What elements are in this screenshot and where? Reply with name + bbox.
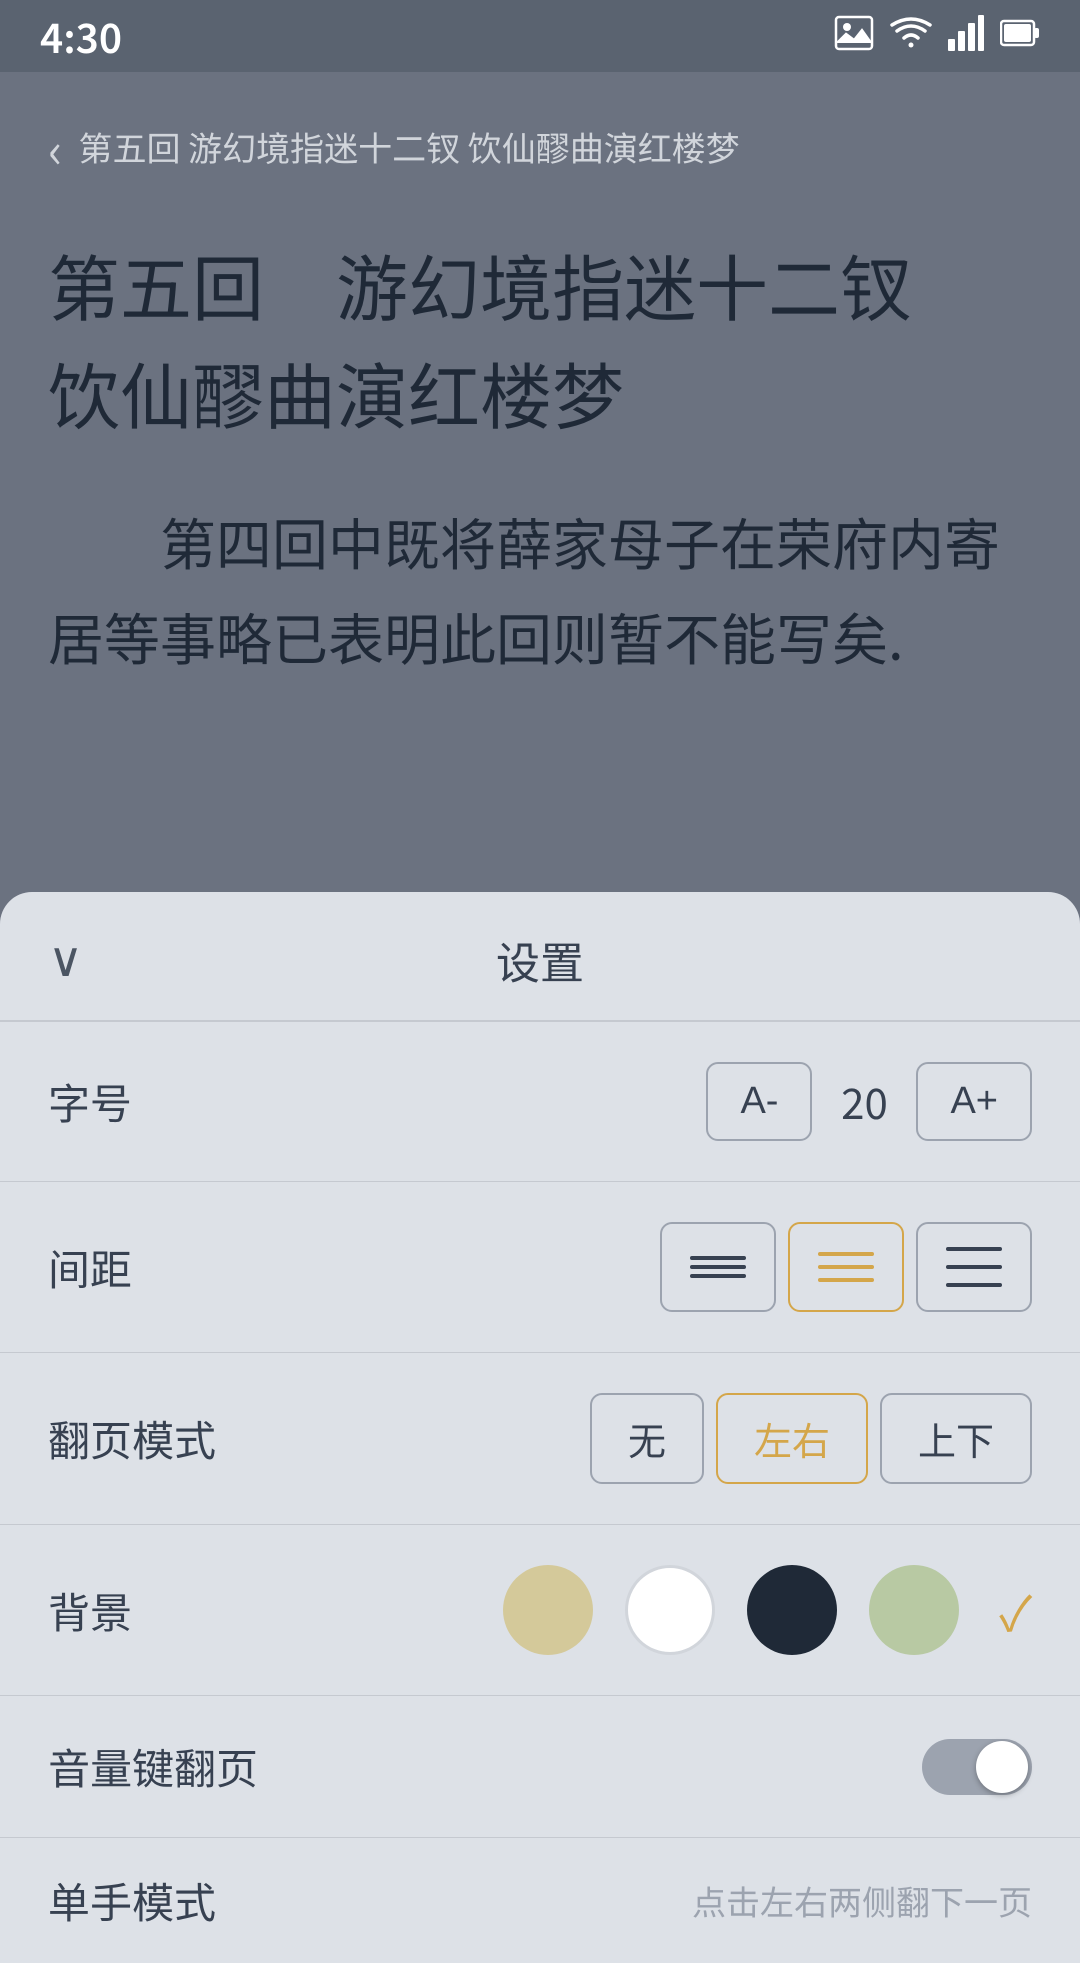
settings-header: ∨ 设置 — [0, 892, 1080, 1022]
status-time: 4:30 — [40, 7, 122, 65]
spacing-tight-button[interactable] — [660, 1222, 776, 1312]
font-increase-button[interactable]: A+ — [916, 1062, 1032, 1141]
collapse-button[interactable]: ∨ — [48, 932, 83, 988]
background-label: 背景 — [48, 1580, 132, 1641]
single-hand-mode-row: 单手模式 点击左右两侧翻下一页 — [0, 1838, 1080, 1963]
volume-pageturn-row: 音量键翻页 — [0, 1696, 1080, 1838]
chapter-content: 第四回中既将薛家母子在荣府内寄居等事略已表明此回则暂不能写矣. — [48, 494, 1032, 684]
signal-icon — [948, 10, 984, 62]
reading-area: ‹ 第五回 游幻境指迷十二钗 饮仙醪曲演红楼梦 第五回 游幻境指迷十二钗 饮仙醪… — [0, 72, 1080, 892]
battery-icon — [1000, 10, 1040, 62]
spacing-row: 间距 — [0, 1182, 1080, 1353]
page-mode-none-button[interactable]: 无 — [590, 1393, 704, 1484]
bg-green-button[interactable] — [869, 1565, 959, 1655]
page-mode-leftright-button[interactable]: 左右 — [716, 1393, 868, 1484]
breadcrumb[interactable]: ‹ 第五回 游幻境指迷十二钗 饮仙醪曲演红楼梦 — [48, 112, 1032, 182]
page-mode-updown-button[interactable]: 上下 — [880, 1393, 1032, 1484]
font-decrease-button[interactable]: A- — [706, 1062, 812, 1141]
page-mode-controls: 无 左右 上下 — [590, 1393, 1032, 1484]
image-icon — [834, 10, 874, 62]
font-size-label: 字号 — [48, 1071, 132, 1132]
breadcrumb-text: 第五回 游幻境指迷十二钗 饮仙醪曲演红楼梦 — [79, 123, 740, 171]
volume-pageturn-toggle[interactable] — [922, 1739, 1032, 1795]
spacing-wide-button[interactable] — [916, 1222, 1032, 1312]
bg-selected-check: ✓ — [999, 1575, 1032, 1645]
bg-beige-button[interactable] — [503, 1565, 593, 1655]
font-size-value: 20 — [824, 1071, 904, 1132]
font-size-controls: A- 20 A+ — [706, 1062, 1032, 1141]
page-mode-label: 翻页模式 — [48, 1408, 216, 1469]
settings-panel: ∨ 设置 字号 A- 20 A+ 间距 — [0, 892, 1080, 1963]
status-icons — [834, 10, 1040, 62]
status-bar: 4:30 — [0, 0, 1080, 72]
bg-circles: ✓ — [503, 1565, 1032, 1655]
spacing-label: 间距 — [48, 1237, 132, 1298]
bg-dark-button[interactable] — [747, 1565, 837, 1655]
page-mode-row: 翻页模式 无 左右 上下 — [0, 1353, 1080, 1525]
font-size-row: 字号 A- 20 A+ — [0, 1022, 1080, 1182]
single-hand-mode-label: 单手模式 — [48, 1870, 216, 1931]
settings-title: 设置 — [496, 928, 584, 992]
spacing-controls — [660, 1222, 1032, 1312]
background-row: 背景 ✓ — [0, 1525, 1080, 1696]
volume-pageturn-label: 音量键翻页 — [48, 1736, 258, 1797]
spacing-medium-button[interactable] — [788, 1222, 904, 1312]
bg-white-button[interactable] — [625, 1565, 715, 1655]
toggle-knob — [976, 1741, 1028, 1793]
wifi-icon — [890, 10, 932, 62]
back-button[interactable]: ‹ — [48, 112, 63, 182]
chapter-title: 第五回 游幻境指迷十二钗 饮仙醪曲演红楼梦 — [48, 230, 1032, 446]
background-controls: ✓ — [503, 1565, 1032, 1655]
single-hand-mode-hint: 点击左右两侧翻下一页 — [692, 1876, 1032, 1925]
